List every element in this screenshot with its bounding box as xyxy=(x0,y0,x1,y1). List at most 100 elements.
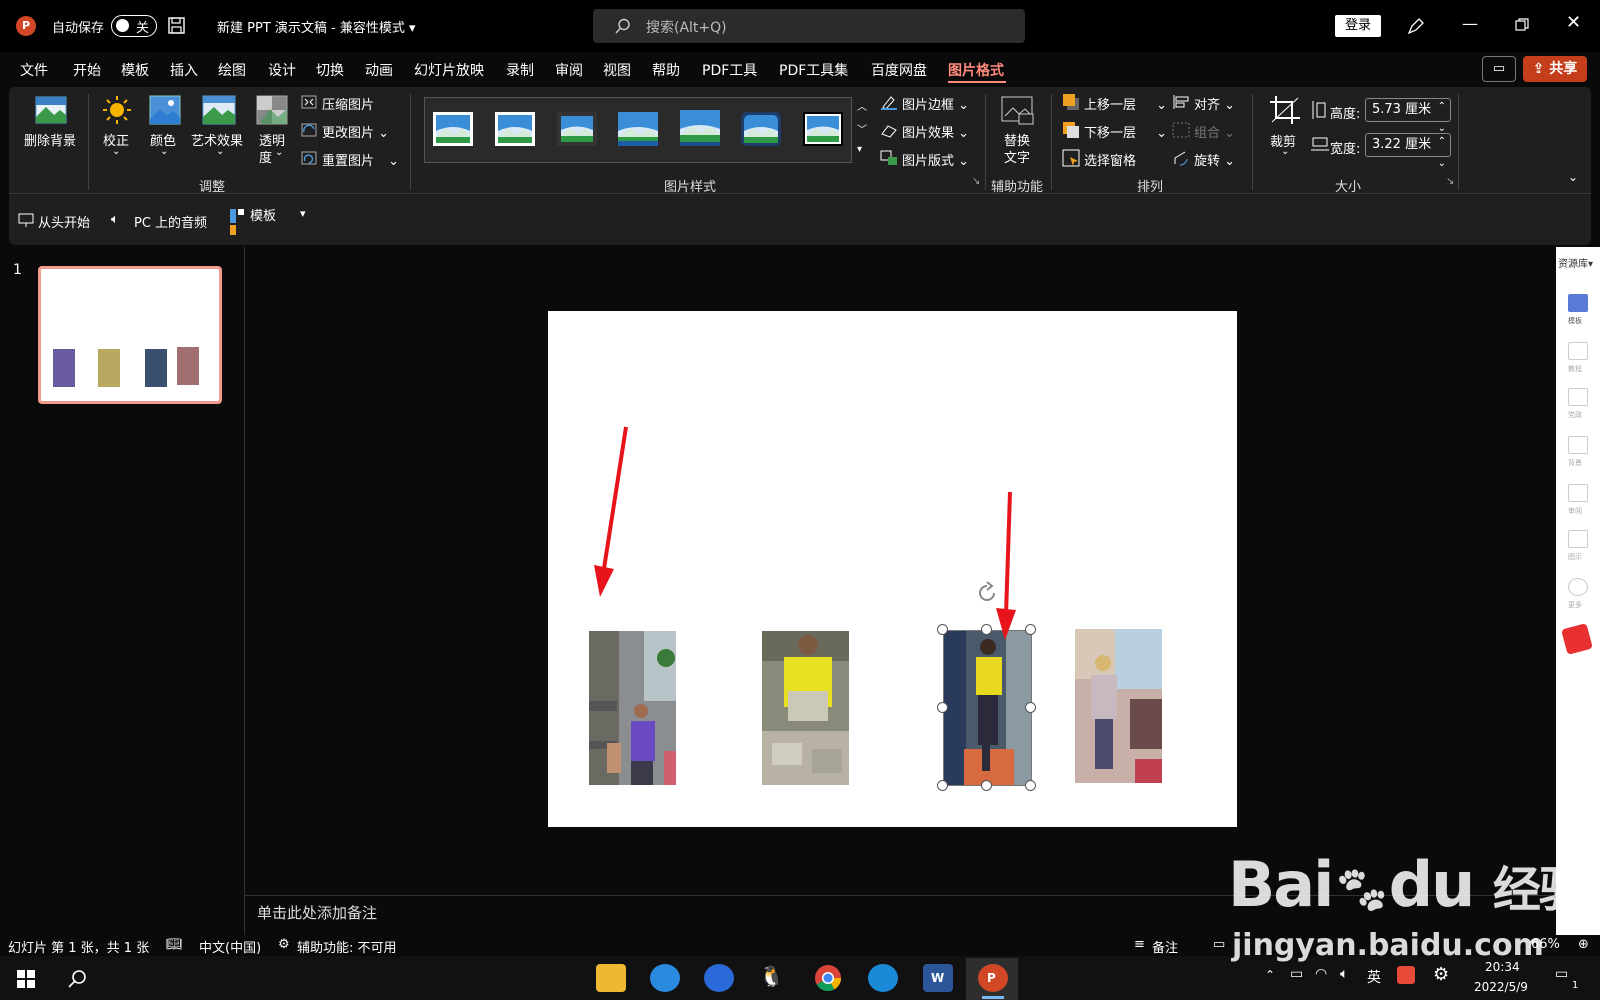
gallery-more-icon[interactable]: ▾ xyxy=(857,144,862,155)
tab-pdf-tools[interactable]: PDF工具 xyxy=(702,60,757,80)
tab-review[interactable]: 审阅 xyxy=(555,60,583,80)
background-icon[interactable] xyxy=(1568,436,1588,454)
file-explorer-icon[interactable] xyxy=(596,964,626,992)
style-thumbnail-4[interactable] xyxy=(617,111,659,147)
from-start-button[interactable]: 从头开始 xyxy=(38,212,90,231)
slide-thumbnail[interactable] xyxy=(38,266,222,404)
width-input[interactable]: 3.22 厘米 ⌃ ⌄ xyxy=(1365,133,1451,169)
resize-handle-ne[interactable] xyxy=(1025,624,1036,635)
bring-forward-button[interactable]: 上移一层 ⌄ xyxy=(1084,94,1167,113)
save-icon[interactable] xyxy=(167,16,187,36)
tab-transitions[interactable]: 切换 xyxy=(316,60,344,80)
tab-file[interactable]: 文件 xyxy=(20,60,48,80)
rail-item-more[interactable]: 更多 xyxy=(1568,600,1582,610)
selection-pane-button[interactable]: 选择窗格 xyxy=(1084,150,1136,169)
tab-baidu-netdisk[interactable]: 百度网盘 xyxy=(871,60,927,80)
tab-design[interactable]: 设计 xyxy=(268,60,296,80)
login-button[interactable]: 登录 xyxy=(1335,15,1381,37)
review-icon[interactable] xyxy=(1568,484,1588,502)
qq-icon[interactable]: 🐧 xyxy=(759,964,789,992)
search-box[interactable]: 搜索(Alt+Q) xyxy=(593,9,1025,43)
tab-record[interactable]: 录制 xyxy=(506,60,534,80)
slide-canvas[interactable] xyxy=(548,311,1237,827)
resource-library-title[interactable]: 资源库▾ xyxy=(1558,255,1593,270)
gallery-scroll-down-icon[interactable]: ﹀ xyxy=(857,121,867,136)
tab-draw[interactable]: 绘图 xyxy=(218,60,246,80)
change-picture-button[interactable]: 更改图片 ⌄ xyxy=(322,122,389,141)
tab-help[interactable]: 帮助 xyxy=(652,60,680,80)
resize-handle-e[interactable] xyxy=(1025,702,1036,713)
chrome-icon[interactable] xyxy=(814,964,842,992)
rotate-button[interactable]: 旋转 ⌄ xyxy=(1194,150,1235,169)
style-thumbnail-6[interactable] xyxy=(740,111,782,147)
alt-text-button-2[interactable]: 文字 xyxy=(1004,147,1030,166)
tab-slideshow[interactable]: 幻灯片放映 xyxy=(414,60,484,80)
battery-icon[interactable]: ▭ xyxy=(1290,966,1303,982)
pen-icon[interactable] xyxy=(1406,16,1426,36)
settings-gear-icon[interactable]: ⚙︎ xyxy=(1433,964,1449,985)
rail-item-diagram[interactable]: 图示 xyxy=(1568,552,1582,562)
resize-handle-s[interactable] xyxy=(981,780,992,791)
height-input[interactable]: 5.73 厘米 ⌃ ⌄ xyxy=(1365,98,1451,134)
tab-templates[interactable]: 模板 xyxy=(121,60,149,80)
pc-audio-button[interactable]: PC 上的音频 xyxy=(134,212,207,231)
resize-handle-w[interactable] xyxy=(937,702,948,713)
language-indicator[interactable]: 中文(中国) xyxy=(199,937,261,956)
tab-view[interactable]: 视图 xyxy=(603,60,631,80)
customize-toolbar-icon[interactable]: ▾ xyxy=(300,207,306,220)
tab-insert[interactable]: 插入 xyxy=(170,60,198,80)
dialog-launcher-icon[interactable]: ↘ xyxy=(972,176,980,187)
picture-border-button[interactable]: 图片边框 ⌄ xyxy=(902,94,969,113)
style-thumbnail-2[interactable] xyxy=(494,111,536,147)
style-thumbnail-7[interactable] xyxy=(802,111,844,147)
restore-button[interactable] xyxy=(1514,17,1530,33)
gallery-scroll-up-icon[interactable]: ︿ xyxy=(857,98,867,113)
rail-item-review[interactable]: 审阅 xyxy=(1568,506,1582,516)
clock-date[interactable]: 2022/5/9 xyxy=(1474,980,1528,994)
party-icon[interactable] xyxy=(1568,388,1588,406)
tab-pdf-toolset[interactable]: PDF工具集 xyxy=(779,60,848,80)
notes-button[interactable]: 备注 xyxy=(1152,937,1178,956)
edge-icon[interactable] xyxy=(868,964,898,992)
rail-item-party[interactable]: 党政 xyxy=(1568,410,1582,420)
diagram-icon[interactable] xyxy=(1568,530,1588,548)
photo-2[interactable] xyxy=(762,631,849,785)
normal-view-icon[interactable]: ▭ xyxy=(1213,937,1225,952)
sogou-ime-icon[interactable] xyxy=(1397,966,1415,984)
resize-handle-sw[interactable] xyxy=(937,780,948,791)
powerpoint-taskbar-icon[interactable]: P xyxy=(978,964,1008,992)
remove-background-button[interactable]: 删除背景 xyxy=(24,130,76,149)
close-button[interactable]: ✕ xyxy=(1566,12,1581,33)
tab-picture-format[interactable]: 图片格式 xyxy=(948,60,1004,80)
windows-start-icon[interactable] xyxy=(17,970,35,988)
template-button[interactable]: 模板 xyxy=(250,205,276,224)
volume-icon[interactable]: 🔈︎ xyxy=(1340,966,1348,982)
wifi-icon[interactable]: ◠ xyxy=(1315,966,1327,982)
spinner-icon[interactable]: ⌃ ⌄ xyxy=(1438,131,1446,175)
photo-4[interactable] xyxy=(1075,629,1162,783)
picture-effects-button[interactable]: 图片效果 ⌄ xyxy=(902,122,969,141)
fit-to-window-icon[interactable]: ⊕ xyxy=(1578,937,1589,952)
rail-item-templates[interactable]: 模板 xyxy=(1568,316,1582,326)
rail-item-background[interactable]: 背景 xyxy=(1568,458,1582,468)
send-backward-button[interactable]: 下移一层 ⌄ xyxy=(1084,122,1167,141)
compress-pictures-button[interactable]: 压缩图片 xyxy=(322,94,374,113)
notification-center-icon[interactable]: ▭ xyxy=(1555,966,1568,982)
dialog-launcher-icon[interactable]: ↘ xyxy=(1446,176,1454,187)
minimize-button[interactable]: — xyxy=(1462,14,1478,33)
picture-layout-button[interactable]: 图片版式 ⌄ xyxy=(902,150,969,169)
style-thumbnail-5[interactable] xyxy=(679,109,721,149)
quark-browser-icon[interactable] xyxy=(704,964,734,992)
tutorial-icon[interactable] xyxy=(1568,342,1588,360)
slide-info[interactable]: 幻灯片 第 1 张，共 1 张 xyxy=(8,937,149,956)
collapse-ribbon-icon[interactable]: ⌄ xyxy=(1568,170,1578,184)
taskbar-search-icon[interactable] xyxy=(68,969,88,989)
document-title[interactable]: 新建 PPT 演示文稿 - 兼容性模式 ▾ xyxy=(217,17,416,36)
tab-animations[interactable]: 动画 xyxy=(365,60,393,80)
show-hidden-icons[interactable]: ⌃ xyxy=(1265,968,1275,982)
share-button[interactable]: ⇪ 共享 xyxy=(1523,56,1587,82)
comments-button[interactable]: ▭ xyxy=(1482,56,1516,82)
resize-handle-se[interactable] xyxy=(1025,780,1036,791)
transparency-label-2[interactable]: 度 xyxy=(259,147,272,166)
word-icon[interactable]: W xyxy=(923,964,953,992)
